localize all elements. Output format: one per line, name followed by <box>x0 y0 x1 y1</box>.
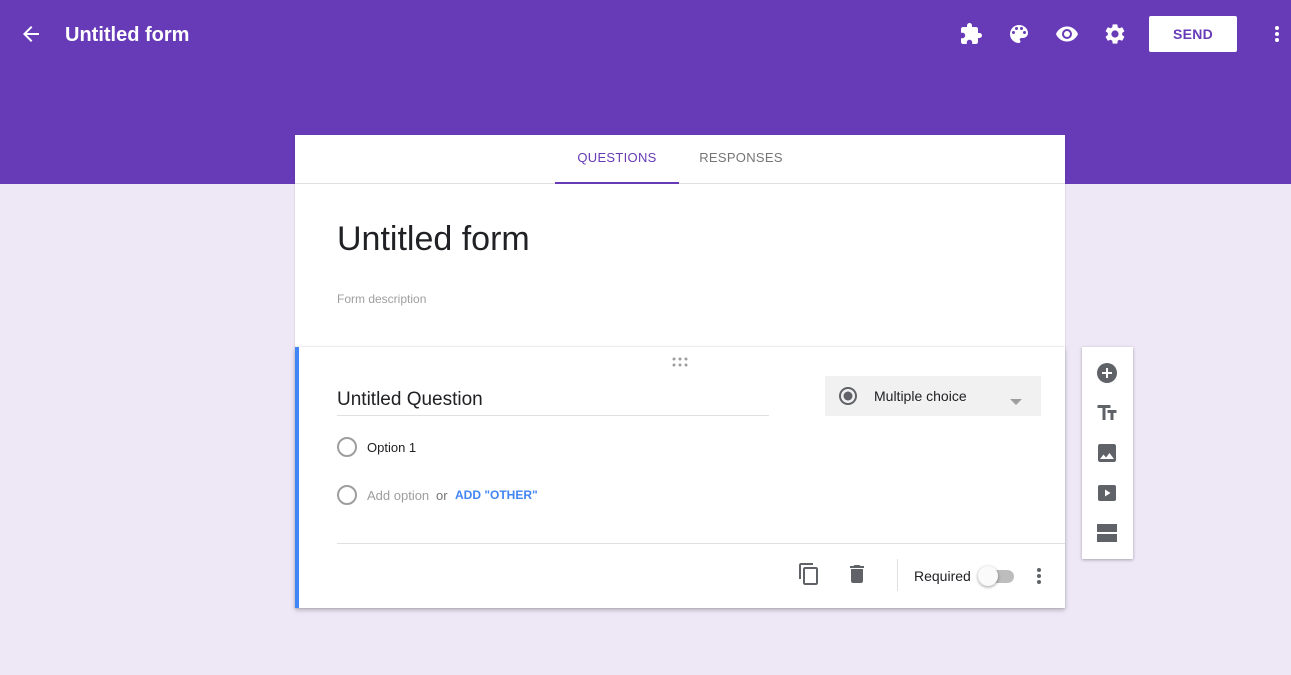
add-option-input[interactable]: Add option <box>367 488 429 503</box>
side-toolbar <box>1082 347 1133 559</box>
section-icon[interactable] <box>1095 521 1119 545</box>
tab-questions-label: QUESTIONS <box>577 150 657 165</box>
app-title[interactable]: Untitled form <box>65 22 189 48</box>
eye-icon[interactable] <box>1055 22 1079 46</box>
palette-icon[interactable] <box>1007 22 1031 46</box>
option-radio <box>337 437 357 457</box>
question-type-label: Multiple choice <box>874 388 967 404</box>
image-icon[interactable] <box>1095 441 1119 465</box>
title-text-icon[interactable] <box>1095 401 1119 425</box>
form-title[interactable]: Untitled form <box>337 217 530 261</box>
question-type-dropdown[interactable]: Multiple choice <box>825 376 1041 416</box>
active-tab-indicator <box>555 182 679 184</box>
question-title-input[interactable]: Untitled Question <box>337 389 769 416</box>
form-header-card: QUESTIONS RESPONSES Untitled form Form d… <box>295 135 1065 347</box>
tab-bar: QUESTIONS RESPONSES <box>295 135 1065 184</box>
chevron-down-icon <box>1009 393 1023 405</box>
arrow-back-icon[interactable] <box>19 22 43 46</box>
required-label: Required <box>914 568 971 584</box>
active-card-accent <box>295 347 299 608</box>
card-divider <box>337 543 1065 544</box>
tab-responses[interactable]: RESPONSES <box>679 135 803 183</box>
required-toggle[interactable] <box>978 566 1016 586</box>
more-vert-icon[interactable] <box>1265 22 1289 46</box>
drag-handle-icon[interactable] <box>672 354 688 367</box>
tab-responses-label: RESPONSES <box>699 150 783 165</box>
option-1-input[interactable]: Option 1 <box>367 440 416 455</box>
form-description-field[interactable]: Form description <box>337 292 426 306</box>
add-option-radio <box>337 485 357 505</box>
radio-button-icon <box>838 386 858 406</box>
send-button[interactable]: SEND <box>1149 16 1237 52</box>
tab-questions[interactable]: QUESTIONS <box>555 135 679 184</box>
trash-icon[interactable] <box>845 562 869 586</box>
video-icon[interactable] <box>1095 481 1119 505</box>
add-question-icon[interactable] <box>1095 361 1119 385</box>
footer-separator <box>897 559 898 591</box>
question-card[interactable]: Untitled Question Multiple choice Option… <box>295 347 1065 608</box>
duplicate-icon[interactable] <box>797 562 821 586</box>
gear-icon[interactable] <box>1103 22 1127 46</box>
toggle-thumb <box>978 566 998 586</box>
more-vert-icon[interactable] <box>1027 564 1051 588</box>
puzzle-icon[interactable] <box>959 22 983 46</box>
add-other-link[interactable]: ADD "OTHER" <box>455 488 538 502</box>
or-text: or <box>436 488 448 503</box>
